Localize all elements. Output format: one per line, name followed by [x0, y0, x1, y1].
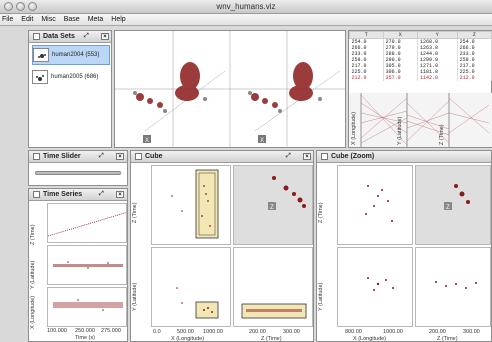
cube-xlabel-z: Z (Time) [261, 336, 282, 342]
datasets-checkbox[interactable] [33, 33, 40, 40]
datasets-title: Data Sets [43, 33, 75, 40]
cube-zy-plot[interactable] [233, 247, 313, 327]
close-icon[interactable]: × [101, 33, 109, 40]
table-header[interactable]: T [349, 31, 384, 39]
maximize-icon[interactable]: ⤢ [84, 33, 89, 40]
time-slider-title: Time Slider [43, 153, 81, 160]
cube-xy-plot[interactable] [151, 247, 231, 327]
cube-panel: Cube ⤢ × Z (Time) Y (Latitude) Z 0.0 500… [130, 150, 314, 342]
parallel-axis-label: Y (Latitude) [397, 116, 403, 145]
menu-misc[interactable]: Misc [41, 16, 55, 23]
ts-xlabel: Time (s) [75, 335, 95, 341]
menu-meta[interactable]: Meta [88, 16, 104, 23]
dataset-item-human2005[interactable]: human2005 (686) [32, 67, 98, 87]
menu-base[interactable]: Base [64, 16, 80, 23]
zoom-xlabel-z: Z (Time) [437, 336, 458, 342]
menu-help[interactable]: Help [111, 16, 125, 23]
menu-file[interactable]: File [2, 16, 13, 23]
3d-views-panel: X X [114, 30, 346, 148]
cube-title: Cube [145, 153, 163, 160]
cube-header: Cube ⤢ × [131, 151, 313, 163]
close-icon[interactable]: × [303, 153, 311, 160]
dataset-item-human2004[interactable]: human2004 (553) [32, 45, 110, 65]
maximize-icon[interactable]: ⤢ [99, 191, 104, 198]
svg-text:Z: Z [270, 205, 274, 211]
zoom-xz-plot[interactable] [337, 165, 413, 245]
ts-ylabel-z: Z (Time) [30, 224, 36, 245]
zoom-zz-plot[interactable]: Z [415, 165, 491, 245]
time-slider-header: Time Slider ⤢ × [29, 151, 127, 163]
table-header[interactable]: X [382, 31, 418, 39]
3d-scatter-view[interactable]: X X [115, 31, 345, 147]
parallel-coordinates-view[interactable] [349, 93, 492, 147]
zoom-xy-plot[interactable] [337, 247, 413, 327]
ts-plot-z[interactable] [47, 203, 127, 243]
ts-plot-y[interactable] [47, 245, 127, 285]
ts-ylabel-x: X (Longitude) [30, 295, 36, 329]
time-slider-panel: Time Slider ⤢ × [28, 150, 128, 186]
table-header[interactable]: Z [456, 31, 492, 39]
cube-zoom-title: Cube (Zoom) [331, 153, 375, 160]
table-header[interactable]: Y [416, 31, 458, 39]
cube-ylabel-z: Z (Time) [132, 202, 138, 223]
menu-bar: File Edit Misc Base Meta Help [0, 14, 492, 26]
zoom-xtick: 200.00 [429, 329, 446, 335]
ts-xtick: 250.000 [75, 328, 95, 334]
ts-xtick: 275.000 [101, 328, 121, 334]
cube-zoom-checkbox[interactable] [321, 153, 328, 160]
cube-checkbox[interactable] [135, 153, 142, 160]
parallel-axis-label: Z (Time) [439, 124, 445, 145]
dataset-thumbnail-icon [32, 70, 48, 84]
window-title: wnv_humans.viz [216, 2, 276, 11]
cube-zoom-header: Cube (Zoom) [317, 151, 491, 163]
title-bar: wnv_humans.viz [0, 0, 492, 14]
cube-xtick: 300.00 [283, 329, 300, 335]
zoom-ylabel-z: Z (Time) [318, 202, 324, 223]
dataset-label: human2005 (686) [51, 74, 99, 80]
time-slider-checkbox[interactable] [33, 153, 40, 160]
ts-xtick: 100.000 [47, 328, 67, 334]
zoom-ylabel-y: Y (Latitude) [318, 282, 324, 311]
cube-zoom-panel: Cube (Zoom) Z (Time) Y (Latitude) Z 800.… [316, 150, 492, 342]
time-series-checkbox[interactable] [33, 191, 40, 198]
dataset-label: human2004 (553) [52, 52, 100, 58]
maximize-icon[interactable]: ⤢ [99, 153, 104, 160]
time-series-panel: Time Series ⤢ × Z (Time) Y (Latitude) X … [28, 188, 128, 342]
ts-plot-x[interactable] [47, 287, 127, 327]
table-row[interactable]: 212.0 357.0 1142.0 212.0 [349, 75, 492, 81]
maximize-icon[interactable]: ⤢ [286, 153, 291, 160]
cube-ylabel-y: Y (Latitude) [132, 282, 138, 311]
datasets-header: Data Sets ⤢ × [29, 31, 111, 43]
close-icon[interactable]: × [116, 153, 124, 160]
cube-xtick: 0.0 [153, 329, 161, 335]
datasets-panel: Data Sets ⤢ × human2004 (553) human2005 … [28, 30, 112, 148]
menu-edit[interactable]: Edit [21, 16, 33, 23]
zoom-xtick: 800.00 [345, 329, 362, 335]
cube-xlabel-x: X (Longitude) [171, 336, 205, 342]
close-icon[interactable]: × [116, 191, 124, 198]
cube-zz-plot[interactable]: Z [233, 165, 313, 245]
data-table-panel: T X Y Z 254.0 270.0 1268.0 254.0 266.0 279.0… [348, 30, 492, 148]
cube-xtick: 500.00 [177, 329, 194, 335]
cube-xz-plot[interactable] [151, 165, 231, 245]
zoom-xlabel-x: X (Longitude) [353, 336, 387, 342]
svg-text:X: X [260, 138, 264, 144]
data-table: T X Y Z 254.0 270.0 1268.0 254.0 266.0 279.0… [349, 31, 492, 81]
parallel-axis-label: X (Longitude) [351, 111, 357, 145]
svg-text:Z: Z [446, 205, 450, 211]
time-series-header: Time Series ⤢ × [29, 189, 127, 201]
dataset-thumbnail-icon [33, 48, 49, 62]
ts-ylabel-y: Y (Latitude) [30, 260, 36, 289]
zoom-xtick: 300.00 [463, 329, 480, 335]
svg-text:X: X [145, 138, 149, 144]
zoom-xtick: 1000.00 [383, 329, 403, 335]
cube-xtick: 1000.00 [203, 329, 223, 335]
zoom-zy-plot[interactable] [415, 247, 491, 327]
time-series-title: Time Series [43, 191, 83, 198]
cube-xtick: 200.00 [249, 329, 266, 335]
time-slider-track[interactable] [35, 171, 121, 175]
